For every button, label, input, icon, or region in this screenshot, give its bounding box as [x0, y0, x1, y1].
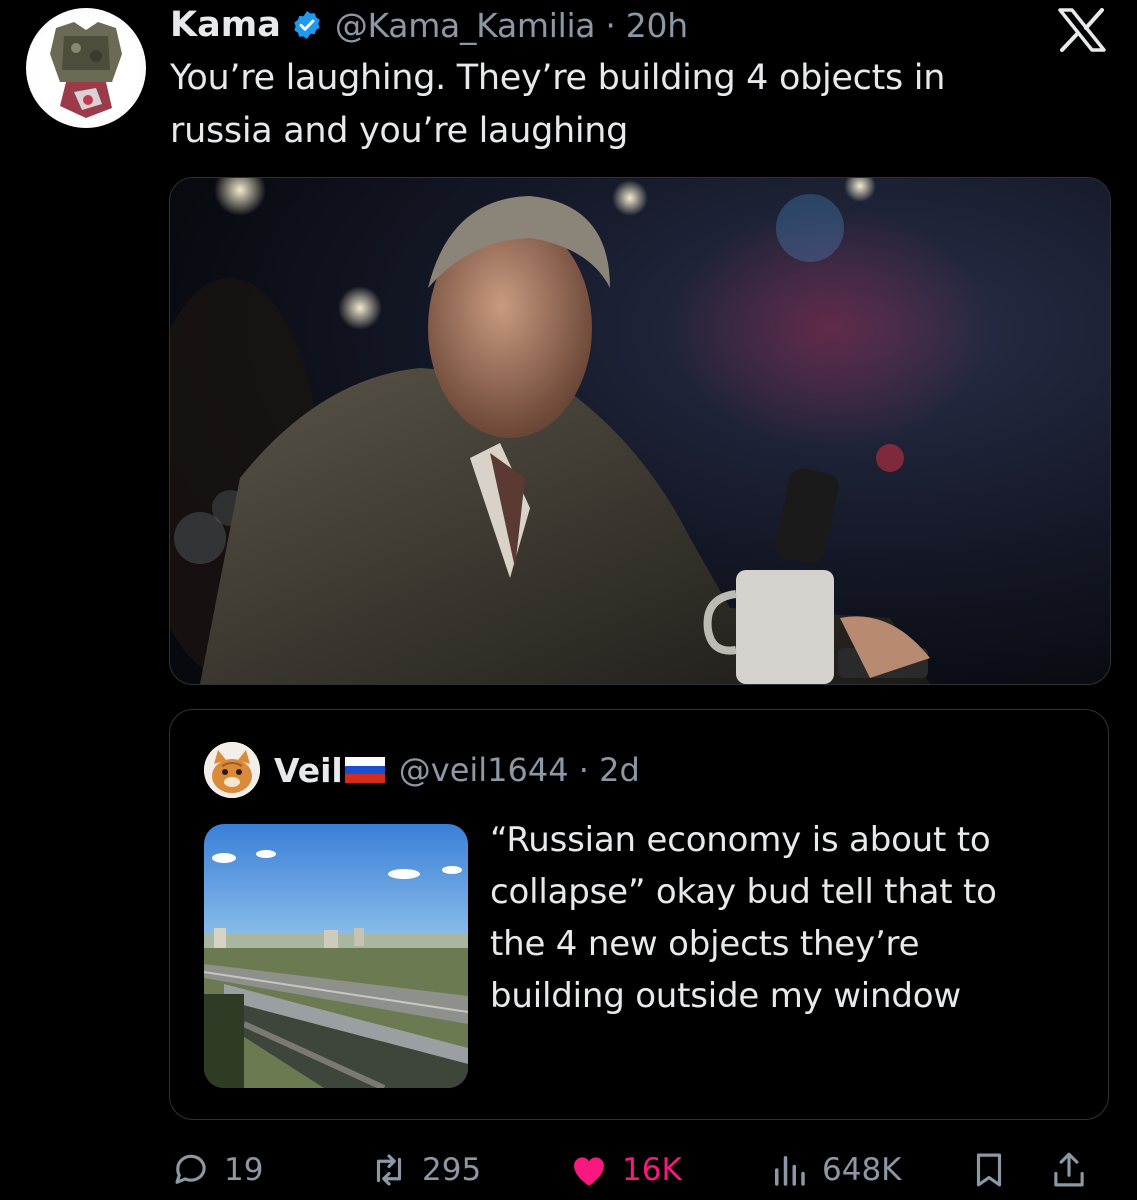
like-icon [574, 1157, 604, 1186]
cat-avatar-image [204, 742, 260, 798]
city-highway-photo [204, 824, 468, 1088]
like-count: 16K [622, 1152, 682, 1188]
quoted-tweet[interactable]: Veil @veil1644 · 2d “Russian economy is … [169, 709, 1109, 1120]
verified-badge-icon [294, 11, 320, 39]
russia-flag-icon [344, 757, 385, 783]
retweet-icon [376, 1154, 402, 1186]
x-logo-icon [1058, 8, 1106, 52]
author-handle-time[interactable]: @Kama_Kamilia · 20h [335, 6, 688, 45]
reply-count: 19 [224, 1152, 264, 1188]
views-button[interactable]: 648K [768, 1142, 902, 1198]
like-button[interactable]: 16K [568, 1142, 682, 1198]
tweet-text: You’re laughing. They’re building 4 obje… [170, 52, 1070, 158]
share-icon [1054, 1152, 1084, 1187]
quoted-text-line: collapse” okay bud tell that to [490, 872, 997, 912]
author-avatar[interactable] [26, 8, 146, 128]
quoted-text-line: the 4 new objects they’re [490, 924, 920, 964]
tweet-header: Kama @Kama_Kamilia · 20h [170, 2, 688, 48]
bookmark-button[interactable] [968, 1142, 1022, 1198]
retweet-count: 295 [422, 1152, 482, 1188]
tweet-actions-bar: 19 295 16K 648K [0, 1142, 1137, 1198]
reply-button[interactable]: 19 [170, 1142, 263, 1198]
reply-icon [175, 1154, 206, 1184]
man-at-microphone-photo [170, 178, 1110, 684]
quoted-author-name[interactable]: Veil [274, 751, 343, 790]
tweet-text-line: russia and you’re laughing [170, 111, 629, 151]
tweet-image[interactable] [169, 177, 1111, 685]
share-button[interactable] [1048, 1142, 1102, 1198]
tweet-text-line: You’re laughing. They’re building 4 obje… [170, 58, 946, 98]
quoted-tweet-header: Veil @veil1644 · 2d [274, 748, 640, 792]
quoted-text-line: building outside my window [490, 976, 961, 1016]
quoted-author-avatar[interactable] [204, 742, 260, 798]
quoted-text-line: “Russian economy is about to [490, 820, 991, 860]
quoted-tweet-image[interactable] [204, 824, 468, 1088]
views-count: 648K [822, 1152, 902, 1188]
views-icon [775, 1156, 805, 1186]
quoted-author-handle-time[interactable]: @veil1644 · 2d [399, 751, 640, 789]
quoted-tweet-text: “Russian economy is about to collapse” o… [490, 814, 1080, 1022]
author-name[interactable]: Kama [170, 5, 281, 45]
retweet-button[interactable]: 295 [368, 1142, 481, 1198]
avatar-armor-vest-image [50, 22, 122, 118]
bookmark-icon [976, 1153, 1002, 1187]
